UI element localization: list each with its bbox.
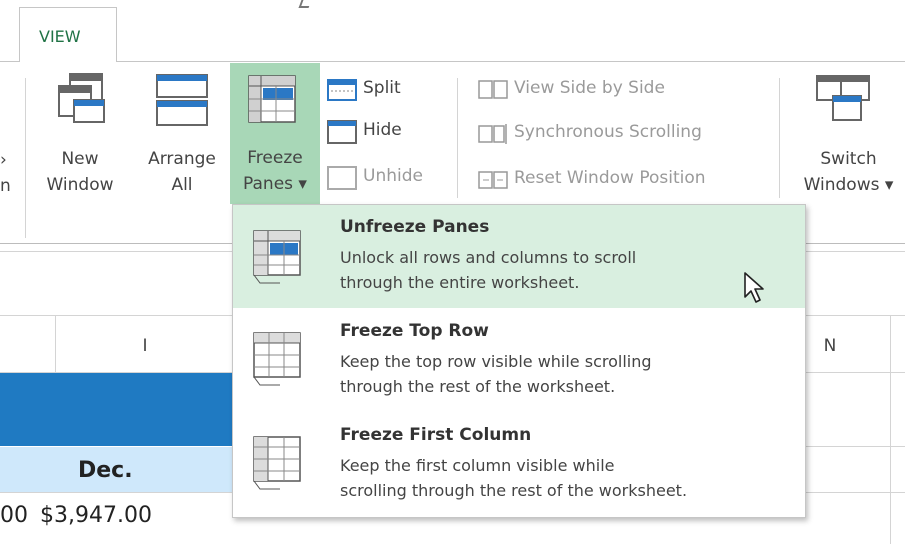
freeze-top-row-desc-1: Keep the top row visible while scrolling	[340, 352, 652, 371]
freeze-first-column-desc-1: Keep the first column visible while	[340, 456, 615, 475]
reset-window-position-icon	[478, 171, 508, 189]
tab-view[interactable]: VIEW	[19, 7, 117, 62]
partial-left-label-1: ›	[0, 150, 7, 170]
synchronous-scrolling-icon	[478, 124, 507, 144]
column-divider	[890, 316, 891, 372]
freeze-first-column-desc-2: scrolling through the rest of the worksh…	[340, 481, 688, 500]
new-window-icon	[58, 73, 105, 123]
split-icon	[327, 79, 357, 101]
unfreeze-panes-desc-2: through the entire worksheet.	[340, 273, 580, 292]
freeze-panes-dropdown: Unfreeze Panes Unlock all rows and colum…	[232, 204, 806, 518]
view-side-by-side-icon	[478, 80, 508, 99]
group-separator	[25, 78, 26, 238]
header-cell-blue[interactable]	[0, 373, 232, 446]
synchronous-scrolling-label: Synchronous Scrolling	[514, 122, 702, 142]
freeze-first-column-icon	[253, 436, 301, 490]
freeze-panes-label-1: Freeze	[247, 148, 303, 168]
switch-windows-button[interactable]: Switch Windows ▾	[792, 64, 905, 204]
unhide-button[interactable]: Unhide	[327, 164, 442, 192]
view-side-by-side-label: View Side by Side	[514, 78, 665, 98]
unfreeze-panes-icon	[253, 230, 301, 284]
ribbon-tab-bar	[0, 0, 905, 62]
arrange-all-button[interactable]: Arrange All	[136, 64, 228, 204]
menu-item-unfreeze-panes[interactable]: Unfreeze Panes Unlock all rows and colum…	[233, 205, 805, 308]
column-divider	[890, 373, 891, 544]
hide-button[interactable]: Hide	[327, 118, 437, 146]
column-header-i[interactable]: I	[130, 336, 160, 356]
mouse-pointer-icon	[744, 272, 764, 303]
menu-item-freeze-first-column[interactable]: Freeze First Column Keep the first colum…	[233, 413, 805, 517]
unhide-icon	[327, 166, 357, 190]
hide-label: Hide	[363, 120, 402, 140]
arrange-all-label-2: All	[171, 175, 193, 195]
freeze-top-row-desc-2: through the rest of the worksheet.	[340, 377, 616, 396]
header-dec: Dec.	[78, 458, 133, 483]
column-header-n[interactable]: N	[800, 336, 860, 356]
hide-icon	[327, 120, 357, 144]
new-window-button[interactable]: New Window	[38, 64, 122, 204]
unhide-label: Unhide	[363, 166, 423, 186]
partial-left-label-2: n	[0, 176, 11, 196]
partial-value-cell[interactable]: 00	[0, 503, 28, 528]
arrange-all-label-1: Arrange	[148, 149, 216, 169]
freeze-first-column-title: Freeze First Column	[340, 425, 532, 445]
dec-value-cell[interactable]: $3,947.00	[40, 503, 152, 528]
switch-windows-label-2: Windows ▾	[803, 175, 894, 195]
switch-windows-icon	[816, 75, 870, 121]
unfreeze-panes-desc-1: Unlock all rows and columns to scroll	[340, 248, 637, 267]
synchronous-scrolling-button[interactable]: Synchronous Scrolling	[478, 120, 758, 146]
column-divider	[55, 316, 56, 372]
freeze-panes-label-2: Panes ▾	[243, 174, 307, 194]
new-window-label-1: New	[61, 149, 99, 169]
split-label: Split	[363, 78, 401, 98]
reset-window-position-label: Reset Window Position	[514, 168, 706, 188]
unfreeze-panes-title: Unfreeze Panes	[340, 217, 490, 237]
freeze-top-row-icon	[253, 332, 301, 386]
menu-item-freeze-top-row[interactable]: Freeze Top Row Keep the top row visible …	[233, 309, 805, 412]
arrange-all-icon	[156, 74, 208, 126]
group-separator	[779, 78, 780, 198]
freeze-top-row-title: Freeze Top Row	[340, 321, 489, 341]
view-side-by-side-button[interactable]: View Side by Side	[478, 76, 758, 102]
freeze-panes-button[interactable]: Freeze Panes ▾	[230, 63, 320, 204]
switch-windows-label-1: Switch	[820, 149, 877, 169]
new-window-label-2: Window	[46, 175, 114, 195]
group-separator	[457, 78, 458, 198]
tab-view-label: VIEW	[39, 27, 81, 46]
split-button[interactable]: Split	[327, 76, 437, 102]
reset-window-position-button[interactable]: Reset Window Position	[478, 166, 763, 192]
freeze-panes-icon	[248, 75, 296, 123]
